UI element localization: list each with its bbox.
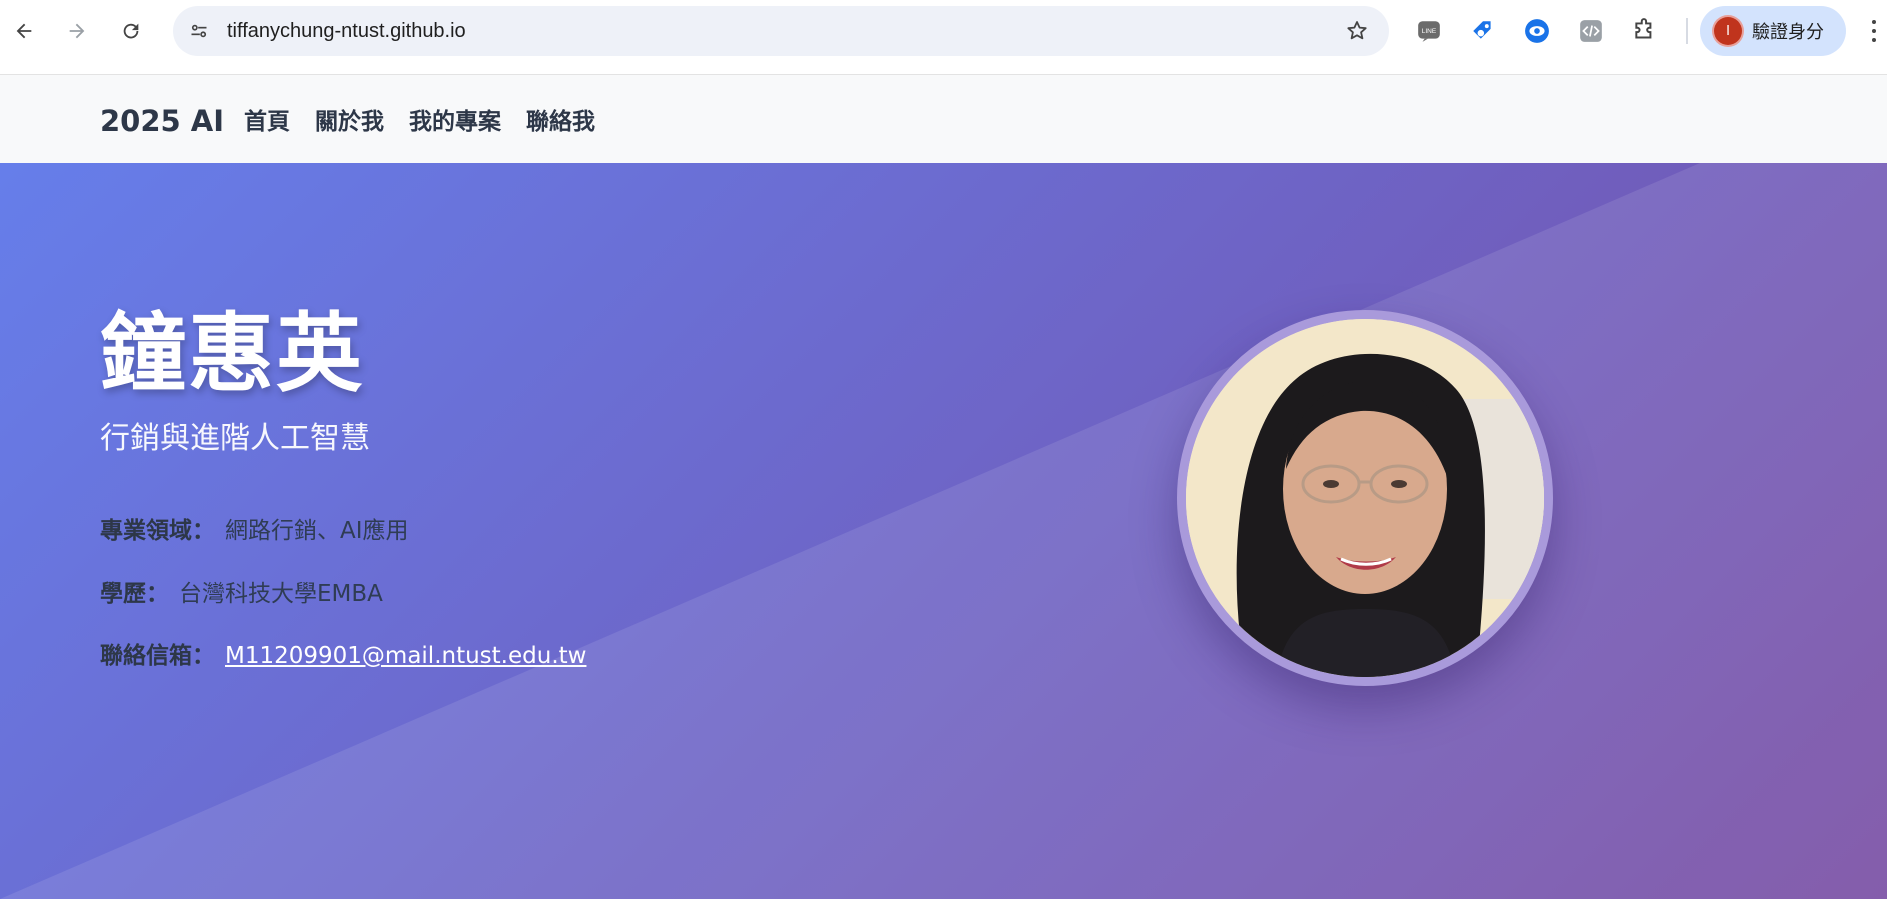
site-brand[interactable]: 2025 AI [100,75,224,163]
contact-row: 聯絡信箱： M11209901@mail.ntust.edu.tw [100,636,586,670]
profile-button[interactable]: I 驗證身分 [1700,6,1846,56]
education-row: 學歷： 台灣科技大學EMBA [100,574,383,608]
nav-about[interactable]: 關於我 [315,102,384,136]
site-nav-links: 首頁 關於我 我的專案 聯絡我 [244,75,595,163]
nav-home[interactable]: 首頁 [244,102,290,136]
site-navbar: 2025 AI 首頁 關於我 我的專案 聯絡我 [0,75,1887,163]
back-button[interactable] [6,13,42,49]
browser-menu-icon[interactable] [1866,16,1882,46]
contact-email-link[interactable]: M11209901@mail.ntust.edu.tw [225,643,586,669]
hero-subtitle: 行銷與進階人工智慧 [100,421,370,456]
line-extension-icon[interactable]: LINE [1411,13,1447,49]
bookmark-star-icon[interactable] [1343,17,1371,45]
browser-toolbar: tiffanychung-ntust.github.io LINE I 驗證身分 [0,0,1887,75]
tag-extension-icon[interactable] [1465,13,1501,49]
eye-extension-icon[interactable] [1519,13,1555,49]
forward-button[interactable] [59,13,95,49]
hero-section: 鐘惠英 行銷與進階人工智慧 專業領域： 網路行銷、AI應用 學歷： 台灣科技大學… [0,163,1887,899]
reload-icon [123,23,139,39]
profile-label: 驗證身分 [1752,22,1824,43]
reload-button[interactable] [113,13,149,49]
extensions-puzzle-icon[interactable] [1627,13,1663,49]
education-value: 台灣科技大學EMBA [179,581,383,607]
profile-avatar: I [1714,17,1742,45]
hero-name: 鐘惠英 [100,304,364,404]
contact-label: 聯絡信箱： [100,643,215,669]
site-info-icon[interactable] [183,15,215,47]
forward-arrow-icon [69,23,85,39]
svg-text:LINE: LINE [1422,28,1437,35]
address-bar[interactable]: tiffanychung-ntust.github.io [173,6,1389,56]
nav-projects[interactable]: 我的專案 [409,102,501,136]
profile-photo [1177,310,1553,686]
education-label: 學歷： [100,581,169,607]
url-text[interactable]: tiffanychung-ntust.github.io [227,6,466,56]
toolbar-divider [1686,18,1688,44]
code-extension-icon[interactable] [1573,13,1609,49]
back-arrow-icon [16,23,32,39]
expertise-row: 專業領域： 網路行銷、AI應用 [100,511,409,545]
portrait-illustration [1186,319,1544,677]
nav-contact[interactable]: 聯絡我 [526,102,595,136]
expertise-value: 網路行銷、AI應用 [225,518,409,544]
expertise-label: 專業領域： [100,518,215,544]
